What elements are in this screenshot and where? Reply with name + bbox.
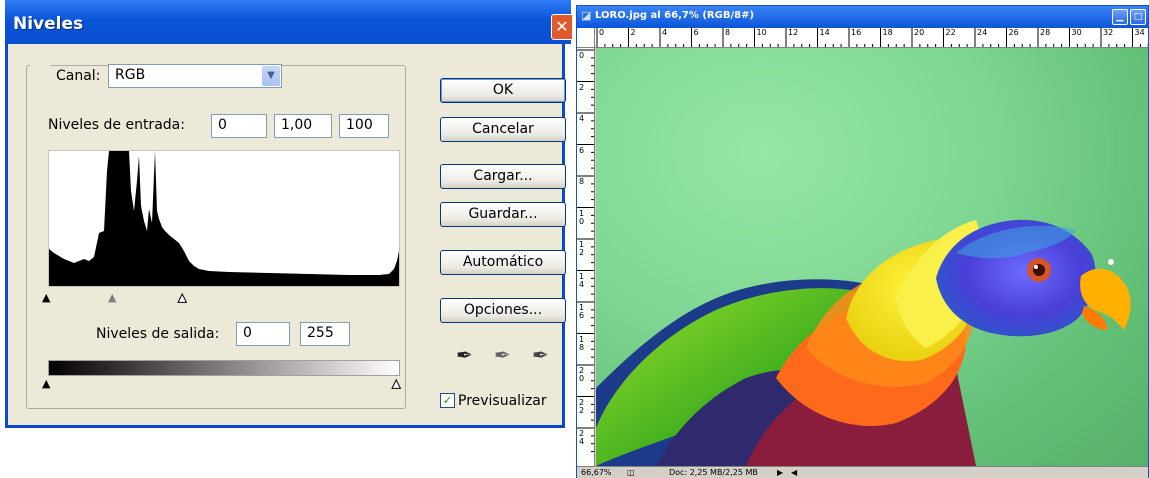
output-black-slider[interactable]: ▲ xyxy=(42,378,50,389)
ruler-v-label: 1 0 xyxy=(579,208,585,226)
ruler-h-label: 2 xyxy=(630,28,636,37)
output-gradient-bar xyxy=(48,360,400,376)
input-black-value: 0 xyxy=(218,117,227,133)
ruler-v-label: 1 6 xyxy=(579,303,585,320)
ruler-h-label: 32 xyxy=(1103,28,1114,37)
ruler-h-label: 16 xyxy=(851,28,862,37)
chevron-down-icon[interactable]: ▼ xyxy=(262,66,280,86)
ruler-v-label: 1 4 xyxy=(579,271,585,289)
histogram-graph xyxy=(49,151,399,286)
ruler-v-label: 4 xyxy=(579,114,585,123)
doc-size-readout: Doc: 2,25 MB/2,25 MB xyxy=(669,468,758,477)
ruler-corner xyxy=(577,28,595,48)
gray-eyedropper-icon[interactable]: ✒ xyxy=(494,345,511,365)
ruler-h-label: 20 xyxy=(914,28,925,37)
channel-select-value: RGB xyxy=(115,67,146,83)
ruler-h-label: 18 xyxy=(882,28,893,37)
white-eyedropper-icon[interactable]: ✒ xyxy=(532,345,549,365)
black-eyedropper-icon[interactable]: ✒ xyxy=(456,345,473,365)
zoom-readout[interactable]: 66,67% xyxy=(581,468,612,477)
ruler-h-label: 30 xyxy=(1071,28,1082,37)
scroll-left-icon[interactable]: ◀ xyxy=(791,468,797,477)
group-box-gap xyxy=(30,58,50,74)
ruler-horizontal-ticks xyxy=(596,28,1148,47)
ruler-v-label: 2 2 xyxy=(579,397,585,415)
input-white-value: 100 xyxy=(346,117,373,133)
maximize-icon: □ xyxy=(1133,12,1143,22)
ok-button[interactable]: OK xyxy=(440,78,566,103)
parrot-image xyxy=(596,219,1131,466)
levels-dialog: Niveles ✕ Canal: RGB ▼ Niveles de entrad… xyxy=(5,0,573,428)
status-info-icon[interactable]: ◫ xyxy=(627,468,635,477)
image-title: LORO.jpg al 66,7% (RGB/8#) xyxy=(595,10,755,21)
input-levels-label: Niveles de entrada: xyxy=(48,117,185,133)
ruler-v-label: 2 4 xyxy=(579,429,585,446)
ruler-horizontal[interactable]: 0 2 4 6 8 10 12 14 16 18 20 22 24 26 28 30 32 34 xyxy=(595,28,1148,48)
dialog-titlebar[interactable]: Niveles ✕ xyxy=(5,0,573,44)
output-white-slider[interactable]: ▲ xyxy=(391,378,401,390)
ruler-h-label: 22 xyxy=(945,28,956,37)
photoshop-document-icon: ◪ xyxy=(581,9,592,22)
output-white-field[interactable]: 255 xyxy=(300,322,350,346)
input-white-field[interactable]: 100 xyxy=(339,114,389,138)
output-black-value: 0 xyxy=(243,325,252,341)
save-button[interactable]: Guardar... xyxy=(440,202,566,227)
histogram xyxy=(48,150,400,287)
input-gamma-slider[interactable]: ▲ xyxy=(108,292,116,303)
ruler-vertical[interactable]: 0 2 4 6 8 1 0 1 2 1 4 1 6 1 8 2 0 2 2 2 4 xyxy=(577,48,595,466)
ruler-h-label: 26 xyxy=(1008,28,1019,37)
preview-checkbox[interactable]: ✓ xyxy=(440,393,455,408)
cancel-button[interactable]: Cancelar xyxy=(440,117,566,142)
minimize-icon: ▁ xyxy=(1116,12,1124,22)
ruler-h-label: 10 xyxy=(756,28,767,37)
ruler-v-label: 1 8 xyxy=(579,334,585,352)
input-white-slider[interactable]: ▲ xyxy=(177,292,187,304)
dialog-title: Niveles xyxy=(13,14,84,34)
input-gamma-value: 1,00 xyxy=(281,117,313,133)
ruler-h-label: 28 xyxy=(1040,28,1051,37)
auto-button[interactable]: Automático xyxy=(440,250,566,275)
image-canvas[interactable] xyxy=(596,48,1148,466)
ruler-h-label: 4 xyxy=(662,28,668,37)
channel-select[interactable]: RGB ▼ xyxy=(108,64,282,88)
options-button[interactable]: Opciones... xyxy=(440,298,566,323)
ruler-h-label: 34 xyxy=(1134,28,1145,37)
ruler-v-label: 2 xyxy=(579,82,585,92)
channel-label: Canal: xyxy=(56,68,101,84)
status-bar: 66,67% ◫ Doc: 2,25 MB/2,25 MB ▶ ◀ xyxy=(577,466,1148,478)
image-titlebar[interactable]: ◪ LORO.jpg al 66,7% (RGB/8#) ▁ □ xyxy=(577,6,1148,28)
ruler-h-label: 14 xyxy=(819,28,830,37)
ruler-v-label: 8 xyxy=(579,177,585,186)
ruler-h-label: 24 xyxy=(977,28,988,37)
output-black-field[interactable]: 0 xyxy=(236,322,290,346)
ruler-v-label: 0 xyxy=(579,51,585,60)
ruler-v-label: 2 0 xyxy=(579,366,585,383)
input-black-field[interactable]: 0 xyxy=(211,114,267,138)
ruler-h-label: 6 xyxy=(693,28,699,37)
checkmark-icon: ✓ xyxy=(442,393,453,407)
load-button[interactable]: Cargar... xyxy=(440,164,566,189)
close-button[interactable]: ✕ xyxy=(551,14,573,40)
close-icon: ✕ xyxy=(555,17,569,36)
output-white-value: 255 xyxy=(307,325,334,341)
ruler-h-label: 8 xyxy=(725,28,731,37)
status-menu-arrow-icon[interactable]: ▶ xyxy=(777,468,783,477)
preview-label[interactable]: Previsualizar xyxy=(458,393,547,409)
ruler-h-label: 0 xyxy=(599,28,605,37)
ruler-v-label: 1 2 xyxy=(579,240,585,257)
maximize-button[interactable]: □ xyxy=(1130,9,1146,25)
input-black-slider[interactable]: ▲ xyxy=(42,292,50,303)
minimize-button[interactable]: ▁ xyxy=(1112,9,1128,25)
input-gamma-field[interactable]: 1,00 xyxy=(274,114,332,138)
ruler-v-label: 6 xyxy=(579,145,585,155)
image-document-window: ◪ LORO.jpg al 66,7% (RGB/8#) ▁ □ 0 2 4 6 8 10… xyxy=(576,5,1149,478)
output-levels-label: Niveles de salida: xyxy=(96,326,220,342)
ruler-h-label: 12 xyxy=(788,28,799,37)
